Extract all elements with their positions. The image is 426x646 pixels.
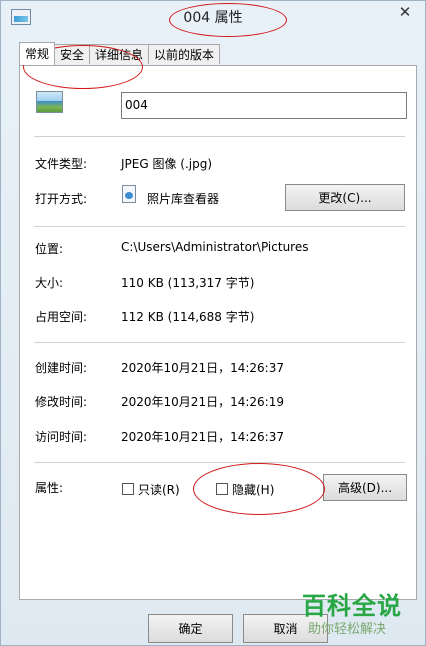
attributes-label: 属性: xyxy=(35,481,64,495)
divider xyxy=(34,226,405,227)
annotation-circle xyxy=(193,463,325,515)
created-value: 2020年10月21日，14:26:37 xyxy=(121,361,284,375)
close-button[interactable]: ✕ xyxy=(391,1,419,23)
watermark-subtitle: 助你轻松解决 xyxy=(308,622,387,637)
file-type-label: 文件类型: xyxy=(35,157,88,171)
divider xyxy=(34,462,405,463)
image-thumbnail-icon xyxy=(36,91,63,113)
annotation-circle xyxy=(169,3,287,37)
divider xyxy=(34,342,405,343)
size-value: 110 KB (113,317 字节) xyxy=(121,276,255,290)
modified-value: 2020年10月21日，14:26:19 xyxy=(121,395,284,409)
size-on-disk-label: 占用空间: xyxy=(35,310,88,324)
accessed-value: 2020年10月21日，14:26:37 xyxy=(121,430,284,444)
change-button[interactable]: 更改(C)... xyxy=(285,184,405,211)
file-type-value: JPEG 图像 (.jpg) xyxy=(121,157,213,171)
readonly-checkbox[interactable] xyxy=(122,483,134,495)
ok-button[interactable]: 确定 xyxy=(148,614,233,643)
general-panel: 004 文件类型: JPEG 图像 (.jpg) 打开方式: 照片库查看器 更改… xyxy=(19,65,417,600)
created-label: 创建时间: xyxy=(35,361,88,375)
file-name-input[interactable]: 004 xyxy=(121,92,407,119)
size-label: 大小: xyxy=(35,276,64,290)
location-label: 位置: xyxy=(35,242,64,256)
tab-general[interactable]: 常规 xyxy=(19,42,56,65)
size-on-disk-value: 112 KB (114,688 字节) xyxy=(121,310,255,324)
open-with-app: 照片库查看器 xyxy=(147,192,220,206)
advanced-button[interactable]: 高级(D)... xyxy=(323,474,407,501)
location-value: C:\Users\Administrator\Pictures xyxy=(121,240,309,254)
properties-window: 004 属性 ✕ 常规 安全 详细信息 以前的版本 004 文件类型: JPEG… xyxy=(0,0,426,646)
accessed-label: 访问时间: xyxy=(35,430,88,444)
photo-viewer-icon xyxy=(122,185,136,203)
watermark-title: 百科全说 xyxy=(302,592,402,620)
divider xyxy=(34,136,405,137)
open-with-label: 打开方式: xyxy=(35,192,88,206)
readonly-label[interactable]: 只读(R) xyxy=(138,481,180,498)
tab-previous-versions[interactable]: 以前的版本 xyxy=(148,44,221,64)
modified-label: 修改时间: xyxy=(35,395,88,409)
